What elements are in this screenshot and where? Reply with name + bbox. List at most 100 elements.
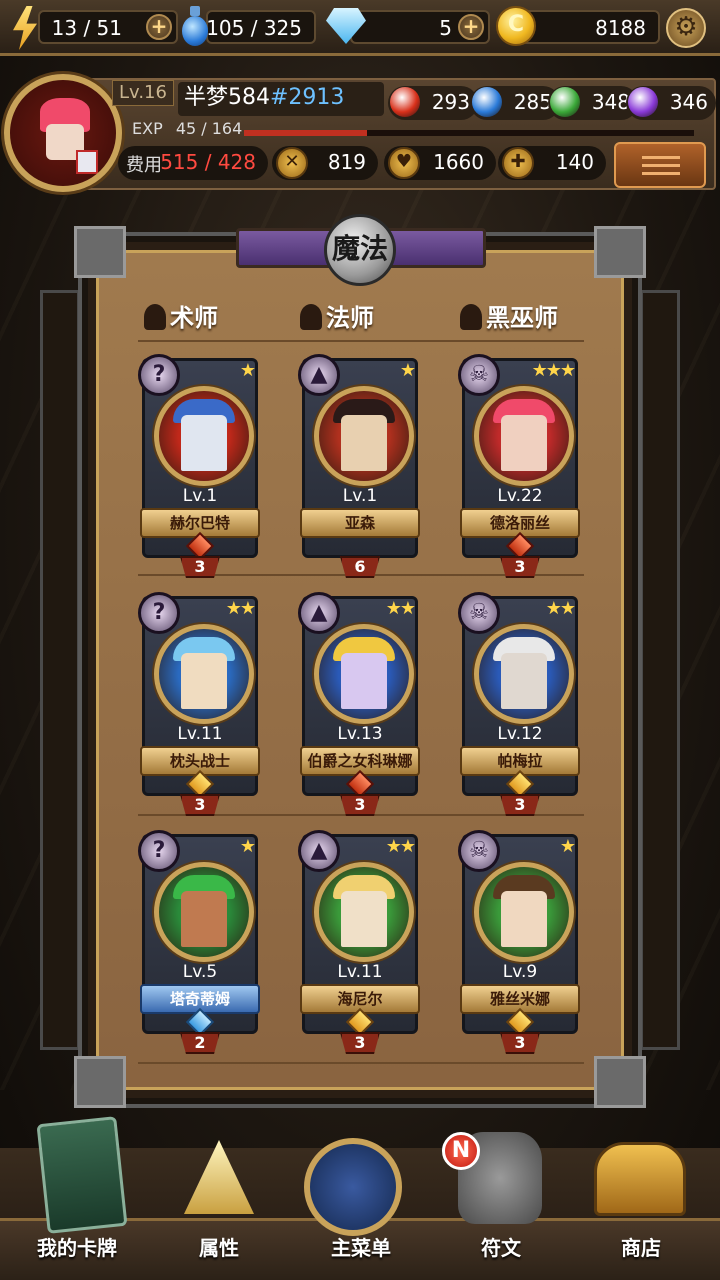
card-count: 3 bbox=[340, 794, 380, 816]
player-name-text: 半梦584 bbox=[184, 85, 270, 110]
hero-portrait bbox=[154, 386, 254, 486]
star-rating: ★★ bbox=[225, 598, 256, 619]
nav-label: 符文 bbox=[481, 1236, 521, 1260]
hero-card[interactable]: ☠ ★ Lv.9 雅丝米娜 3 bbox=[454, 826, 586, 1056]
hero-level: Lv.13 bbox=[337, 724, 383, 744]
potion-icon bbox=[180, 6, 210, 48]
panel-corner bbox=[74, 1056, 126, 1108]
right-frame-pillar bbox=[640, 290, 680, 1050]
triangle-icon bbox=[184, 1140, 254, 1214]
fire-orb-counter: 293 bbox=[388, 86, 478, 120]
add-energy-button[interactable]: + bbox=[146, 14, 172, 40]
column-header-warlock: 黑巫师 bbox=[460, 298, 558, 333]
hero-level: Lv.9 bbox=[502, 962, 538, 982]
hero-sprite bbox=[341, 653, 387, 709]
star-rating: ★ bbox=[559, 836, 576, 857]
hero-sprite bbox=[341, 415, 387, 471]
menu-line bbox=[642, 172, 680, 175]
player-id: #2913 bbox=[270, 85, 345, 110]
star-rating: ★ bbox=[239, 360, 256, 381]
dark-orb-counter: 346 bbox=[626, 86, 716, 120]
column-label: 术师 bbox=[170, 304, 218, 332]
heal-counter: ✚ 140 bbox=[498, 146, 606, 180]
card-count: 2 bbox=[180, 1032, 220, 1054]
star-rating: ★★ bbox=[545, 598, 576, 619]
attack-value: 819 bbox=[327, 150, 366, 174]
water-orb-value: 285 bbox=[513, 90, 552, 114]
hero-level: Lv.11 bbox=[337, 962, 383, 982]
nav-my-cards[interactable]: 我的卡牌 bbox=[12, 1116, 142, 1280]
left-frame-pillar bbox=[40, 290, 80, 1050]
energy-value: 13 / 51 bbox=[51, 16, 122, 40]
star-rating: ★★ bbox=[385, 836, 416, 857]
card-count: 3 bbox=[180, 794, 220, 816]
exp-label: EXP bbox=[132, 119, 163, 138]
fire-orb-icon bbox=[390, 87, 420, 117]
hamburger-menu-button[interactable] bbox=[614, 142, 706, 188]
hero-card[interactable]: ☠ ★★ Lv.12 帕梅拉 3 bbox=[454, 588, 586, 818]
hero-card[interactable]: ▲ ★★ Lv.11 海尼尔 3 bbox=[294, 826, 426, 1056]
potion-value: 105 / 325 bbox=[206, 16, 302, 40]
hero-level: Lv.1 bbox=[342, 486, 378, 506]
health-counter: ♥ 1660 bbox=[384, 146, 496, 180]
hero-sprite bbox=[341, 891, 387, 947]
gold-value: 8188 bbox=[595, 16, 646, 40]
panel-corner bbox=[74, 226, 126, 278]
emblem-icon bbox=[304, 1138, 402, 1236]
gold-coin-icon: C bbox=[496, 6, 536, 46]
potion-counter: 105 / 325 bbox=[206, 10, 316, 44]
hero-portrait bbox=[314, 862, 414, 962]
card-count: 3 bbox=[340, 1032, 380, 1054]
hero-sprite bbox=[501, 415, 547, 471]
nav-shop[interactable]: 商店 bbox=[576, 1142, 706, 1280]
menu-line bbox=[642, 164, 680, 167]
class-badge-icon: ? bbox=[138, 354, 180, 396]
hero-portrait bbox=[474, 386, 574, 486]
heart-icon: ♥ bbox=[388, 147, 420, 179]
hero-card[interactable]: ▲ ★★ Lv.13 伯爵之女科琳娜 3 bbox=[294, 588, 426, 818]
class-badge-icon: ? bbox=[138, 830, 180, 872]
exp-bar: EXP 45 / 164 bbox=[132, 119, 712, 139]
class-badge-icon: ☠ bbox=[458, 830, 500, 872]
panel-corner bbox=[594, 1056, 646, 1108]
hero-card[interactable]: ? ★ Lv.1 赫尔巴特 3 bbox=[134, 350, 266, 580]
card-count: 3 bbox=[500, 1032, 540, 1054]
hero-level: Lv.1 bbox=[182, 486, 218, 506]
hero-portrait bbox=[314, 624, 414, 724]
wizard-hat-icon bbox=[300, 304, 322, 330]
hero-portrait bbox=[154, 624, 254, 724]
nav-attributes[interactable]: 属性 bbox=[154, 1140, 284, 1280]
class-badge-icon: ▲ bbox=[298, 830, 340, 872]
column-header-sorcerer: 术师 bbox=[144, 298, 218, 333]
hero-portrait bbox=[314, 386, 414, 486]
card-count: 6 bbox=[340, 556, 380, 578]
fire-orb-value: 293 bbox=[431, 90, 470, 114]
hero-sprite bbox=[181, 653, 227, 709]
settings-gear-icon[interactable]: ⚙ bbox=[666, 8, 706, 48]
hero-portrait bbox=[474, 862, 574, 962]
player-avatar[interactable] bbox=[4, 74, 122, 192]
hero-card[interactable]: ▲ ★ Lv.1 亚森 6 bbox=[294, 350, 426, 580]
divider bbox=[138, 1062, 584, 1064]
heal-value: 140 bbox=[555, 150, 594, 174]
hero-card[interactable]: ? ★★ Lv.11 枕头战士 3 bbox=[134, 588, 266, 818]
nav-main-menu[interactable]: 主菜单 bbox=[296, 1138, 426, 1280]
card-count: 3 bbox=[500, 794, 540, 816]
divider bbox=[138, 340, 584, 342]
nav-label: 主菜单 bbox=[331, 1236, 391, 1260]
nav-label: 我的卡牌 bbox=[37, 1236, 117, 1260]
card-count: 3 bbox=[500, 556, 540, 578]
hero-level: Lv.12 bbox=[497, 724, 543, 744]
add-gems-button[interactable]: + bbox=[458, 14, 484, 40]
class-badge-icon: ? bbox=[138, 592, 180, 634]
hero-card[interactable]: ☠ ★★★ Lv.22 德洛丽丝 3 bbox=[454, 350, 586, 580]
hero-level: Lv.5 bbox=[182, 962, 218, 982]
resource-bar: 13 / 51 + 105 / 325 5 + 8188 C ⚙ bbox=[0, 0, 720, 56]
avatar-shield bbox=[76, 150, 98, 174]
star-rating: ★★★ bbox=[531, 360, 576, 381]
hero-portrait bbox=[474, 624, 574, 724]
health-value: 1660 bbox=[433, 150, 484, 174]
hero-card[interactable]: ? ★ Lv.5 塔奇蒂姆 2 bbox=[134, 826, 266, 1056]
crossed-swords-icon: ✕ bbox=[276, 147, 308, 179]
panel-corner bbox=[594, 226, 646, 278]
